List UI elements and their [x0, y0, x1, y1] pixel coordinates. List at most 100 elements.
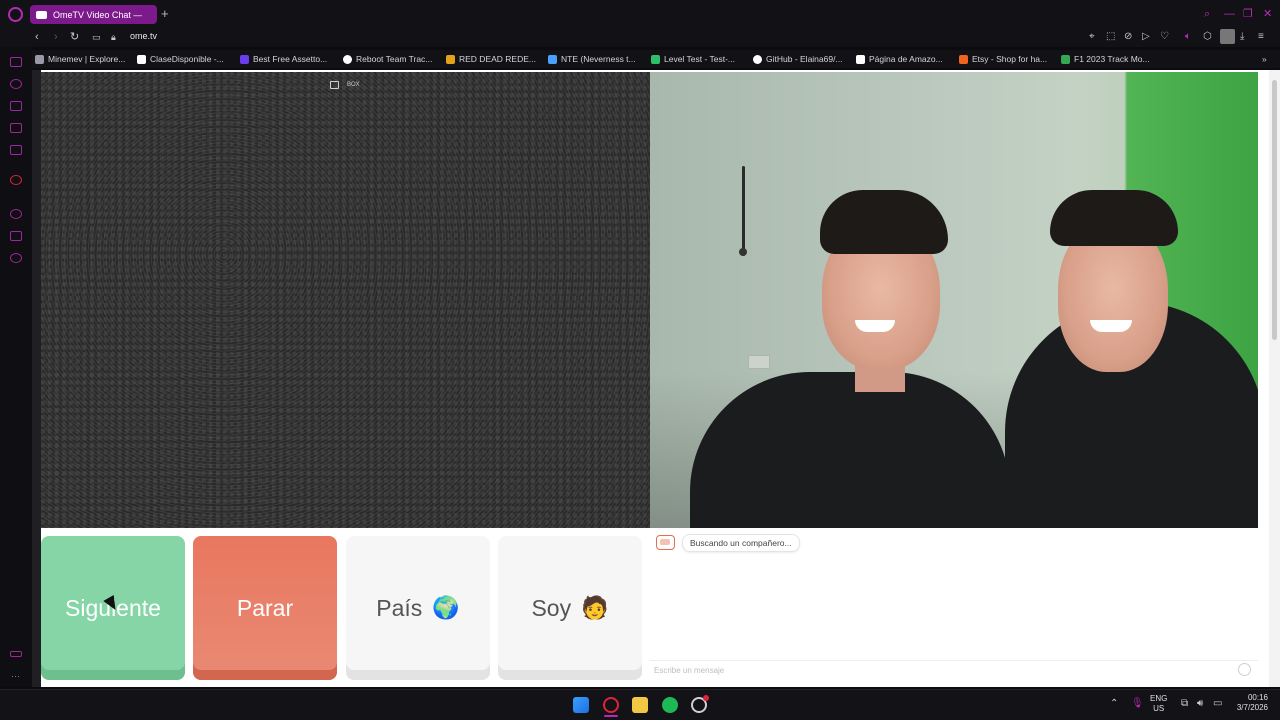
language-indicator[interactable]: ENG US [1150, 694, 1167, 714]
close-window-icon[interactable]: ✕ [1263, 7, 1272, 21]
bookmark-item[interactable]: NTE (Neverness t... [548, 52, 636, 66]
ai-icon[interactable] [10, 79, 22, 89]
gender-button-label: Soy [531, 594, 572, 621]
country-button[interactable]: País 🌍 [346, 536, 490, 680]
settings-icon[interactable] [10, 253, 22, 263]
bookmark-favicon-icon [343, 54, 352, 64]
windows-start-icon[interactable] [573, 697, 589, 713]
bookmark-favicon-icon [240, 54, 249, 64]
chat-divider [650, 660, 1258, 661]
wall-hook [742, 166, 745, 256]
player-icon[interactable]: ▷ [1142, 31, 1150, 43]
microphone-icon[interactable]: 🎙︎ [1131, 698, 1144, 710]
chat-message-input[interactable] [654, 663, 1224, 677]
bookmarks-overflow-icon[interactable]: » [1262, 52, 1267, 66]
chat-status-message: Buscando un compañero... [682, 534, 800, 552]
ometv-logo-icon [656, 535, 675, 550]
search-tabs-icon[interactable]: ⌕ [1204, 7, 1210, 21]
scrollbar-thumb[interactable] [1272, 80, 1277, 340]
minimize-icon[interactable]: — [1224, 7, 1235, 21]
bookmark-item[interactable]: GitHub - Elaina69/... [753, 52, 843, 66]
adblock-icon[interactable]: ⊘ [1124, 31, 1132, 43]
clock-time: 00:16 [1247, 693, 1268, 702]
download-icon[interactable]: ⤓ [1240, 31, 1244, 43]
tab-title: OmeTV Video Chat — [53, 9, 143, 20]
opera-gx-taskbar-icon[interactable] [603, 697, 619, 713]
messenger-icon[interactable] [10, 123, 22, 133]
address-bar [0, 28, 1280, 47]
bookmark-favicon-icon [137, 54, 146, 64]
taskbar-clock[interactable]: 00:16 3/7/2026 [1226, 693, 1268, 713]
restore-icon[interactable]: ❐ [1243, 7, 1253, 21]
bookmarks-bar: Minemev | Explore... ClaseDisponible -..… [0, 50, 1280, 68]
bookmark-item[interactable]: Level Test - Test-... [651, 52, 735, 66]
gx-icon[interactable] [10, 651, 22, 657]
url-field[interactable]: ome.tv [130, 31, 157, 41]
page-left-edge [32, 70, 41, 687]
volume-icon[interactable]: 🔊︎ [1197, 698, 1203, 710]
new-tab-button[interactable]: + [161, 7, 169, 21]
bookmark-favicon-icon [548, 54, 557, 64]
camera-icon[interactable]: ▭ [92, 30, 101, 44]
active-app-indicator [604, 715, 618, 717]
bookmark-item[interactable]: Best Free Assetto... [240, 52, 327, 66]
twitch-icon[interactable] [10, 145, 22, 155]
tab-ometv[interactable]: OmeTV Video Chat — [30, 5, 157, 24]
tray-overflow-icon[interactable]: ⌃ [1110, 698, 1118, 710]
back-icon[interactable]: ‹ [35, 30, 39, 44]
stop-button[interactable]: Parar [193, 536, 337, 680]
bookmark-item[interactable]: Página de Amazo... [856, 52, 943, 66]
stop-button-label: Parar [236, 594, 294, 621]
person-left-hair [820, 190, 948, 254]
drive-icon [1061, 54, 1070, 64]
sidebar-more-icon[interactable]: ··· [11, 671, 20, 681]
browser-title-bar [0, 0, 1280, 28]
forward-icon[interactable]: › [54, 30, 58, 44]
snapshot-icon[interactable]: ⬚ [1106, 31, 1115, 43]
person-left-body [690, 372, 1010, 528]
bookmark-favicon-icon [35, 54, 44, 64]
extensions-icon[interactable]: ⬡ [1203, 31, 1212, 43]
bookmark-item[interactable]: ClaseDisponible -... [137, 52, 224, 66]
person-left-smile [855, 320, 895, 332]
extensions-sidebar-icon[interactable] [10, 231, 22, 241]
lock-icon: 🔒︎ [111, 32, 116, 42]
bookmark-favicon-icon [446, 54, 455, 64]
partner-video [41, 72, 650, 528]
audio-icon[interactable]: 🔈︎ [1185, 31, 1191, 43]
bookmark-item[interactable]: RED DEAD REDE... [446, 52, 536, 66]
menu-icon[interactable]: ≡ [1258, 31, 1264, 43]
ometv-favicon-icon [36, 10, 47, 19]
globe-icon: 🌍 [432, 595, 460, 620]
report-flag-icon [330, 81, 339, 89]
bookmark-item[interactable]: Reboot Team Trac... [343, 52, 432, 66]
bookmark-favicon-icon [651, 54, 660, 64]
history-icon[interactable] [10, 209, 22, 219]
pin-icon[interactable]: ⌖ [1089, 31, 1095, 43]
etsy-icon [959, 54, 968, 64]
heart-icon[interactable]: ♡ [1160, 31, 1169, 43]
network-icon[interactable]: ⧉ [1181, 698, 1188, 710]
profile-avatar[interactable] [1220, 29, 1235, 44]
bookmark-item[interactable]: Etsy - Shop for ha... [959, 52, 1047, 66]
spotify-icon[interactable] [662, 697, 678, 713]
report-button[interactable]: BOX [330, 81, 360, 89]
opera-logo-icon[interactable] [8, 7, 23, 22]
bookmark-item[interactable]: Minemev | Explore... [35, 52, 125, 66]
clock-date: 3/7/2026 [1236, 703, 1268, 712]
file-explorer-icon[interactable] [632, 697, 648, 713]
shopping-icon[interactable] [10, 101, 22, 111]
aria-icon[interactable] [10, 57, 22, 67]
battery-icon[interactable]: ▭ [1213, 698, 1222, 710]
country-button-label: País [376, 594, 423, 621]
notification-dot [703, 695, 709, 701]
person-right-smile [1090, 320, 1132, 332]
language-code: ENG [1150, 694, 1168, 703]
self-video [650, 72, 1258, 528]
reload-icon[interactable]: ↻ [70, 30, 79, 44]
youtube-icon[interactable] [10, 175, 22, 185]
report-label: BOX [347, 82, 360, 88]
emoji-icon[interactable] [1238, 663, 1251, 676]
gender-button[interactable]: Soy 🧑 [498, 536, 642, 680]
bookmark-item[interactable]: F1 2023 Track Mo... [1061, 52, 1150, 66]
